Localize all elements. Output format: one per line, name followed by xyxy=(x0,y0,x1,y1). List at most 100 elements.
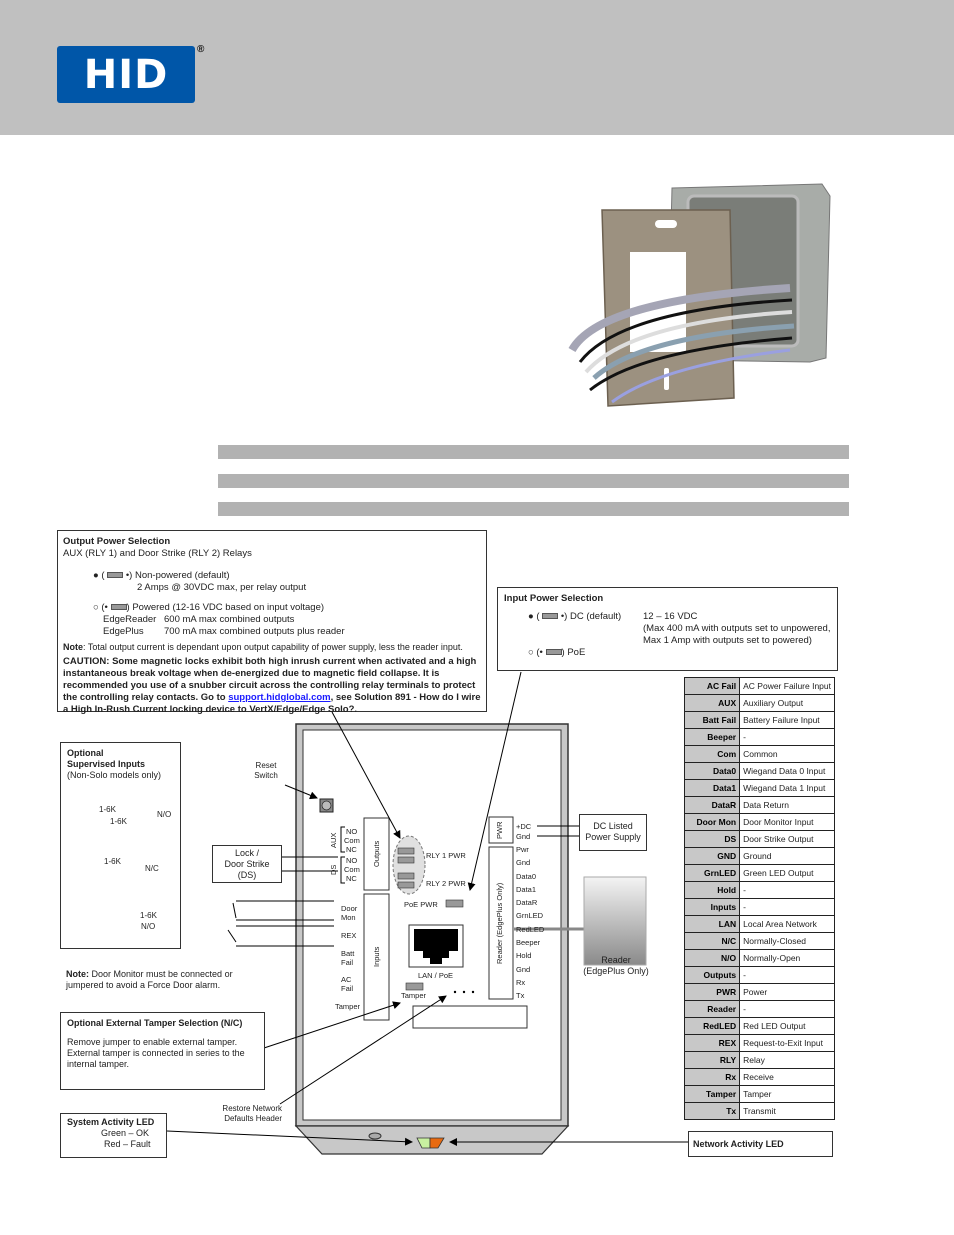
jumper-icon xyxy=(545,649,562,656)
supervised-title-2: Supervised Inputs xyxy=(67,759,146,769)
gnd-terminal: Gnd xyxy=(516,832,531,841)
legend-term: GrnLED xyxy=(683,864,741,882)
option-poe: ○ (• ) PoE xyxy=(528,647,586,658)
legend-term: Beeper xyxy=(683,728,741,746)
no-label: N/O xyxy=(157,810,172,819)
reset-switch-label: Reset Switch xyxy=(254,761,278,780)
legend-row: N/C Normally-Closed xyxy=(683,932,835,950)
legend-row: REX Request-to-Exit Input xyxy=(683,1034,835,1052)
legend-row: DS Door Strike Output xyxy=(683,830,835,848)
nc-label: N/C xyxy=(145,864,159,873)
legend-row: AC Fail AC Power Failure Input xyxy=(683,677,835,695)
legend-description: Battery Failure Input xyxy=(739,711,835,729)
empty-radio-icon: ○ xyxy=(93,602,99,613)
legend-row: Com Common xyxy=(683,745,835,763)
input-power-selection-box: Input Power Selection ● ( •) DC (default… xyxy=(497,587,838,671)
network-activity-led xyxy=(429,1137,445,1149)
legend-description: Auxiliary Output xyxy=(739,694,835,712)
legend-row: Hold - xyxy=(683,881,835,899)
reader-terminal: Rx xyxy=(516,977,526,987)
legend-description: Red LED Output xyxy=(739,1017,835,1035)
legend-row: AUX Auxiliary Output xyxy=(683,694,835,712)
aux-com: Com xyxy=(344,836,360,845)
base-hole xyxy=(368,1132,382,1140)
reader-terminal: GrnLED xyxy=(516,911,544,921)
legend-description: Transmit xyxy=(739,1102,835,1120)
empty-radio-icon: ○ xyxy=(528,647,534,658)
label-area xyxy=(412,1005,528,1029)
filled-radio-icon: ● xyxy=(93,570,99,581)
jumper-icon xyxy=(107,572,124,579)
legend-row: Outputs - xyxy=(683,966,835,984)
support-link[interactable]: support.hidglobal.com xyxy=(228,692,330,703)
reader-device-label: Reader (EdgePlus Only) xyxy=(583,955,649,976)
system-led-title: System Activity LED xyxy=(67,1117,155,1127)
legend-row: Beeper - xyxy=(683,728,835,746)
legend-term: Hold xyxy=(683,881,741,899)
legend-description: Normally-Open xyxy=(739,949,835,967)
dc-detail-1: (Max 400 mA with outputs set to unpowere… xyxy=(643,623,831,634)
network-led-title: Network Activity LED xyxy=(693,1139,784,1149)
legend-term: Tx xyxy=(683,1102,741,1120)
legend-row: N/O Normally-Open xyxy=(683,949,835,967)
legend-term: N/O xyxy=(683,949,741,967)
legend-term: Batt Fail xyxy=(683,711,741,729)
dc-detail-2: Max 1 Amp with outputs set to powered) xyxy=(643,635,812,646)
poe-pwr-jumper xyxy=(445,899,464,908)
rly1-pwr-label: RLY 1 PWR xyxy=(426,851,466,860)
resistor-label: 1-6K xyxy=(104,857,121,866)
legend-description: Receive xyxy=(739,1068,835,1086)
aux-nc: NC xyxy=(346,845,357,854)
legend-term: PWR xyxy=(683,983,741,1001)
supervised-subtitle: (Non-Solo models only) xyxy=(67,770,162,780)
mounting-plate-image xyxy=(568,183,831,407)
legend-row: Batt Fail Battery Failure Input xyxy=(683,711,835,729)
rex-terminal: REX xyxy=(341,931,357,940)
legend-description: Request-to-Exit Input xyxy=(739,1034,835,1052)
legend-term: LAN xyxy=(683,915,741,933)
legend-description: Wiegand Data 1 Input xyxy=(739,779,835,797)
legend-term: AUX xyxy=(683,694,741,712)
jumper-icon xyxy=(110,604,127,611)
option-powered: ○ (• ) Powered (12-16 VDC based on input… xyxy=(93,602,325,613)
legend-term: DataR xyxy=(683,796,741,814)
plate-slot-top xyxy=(655,220,677,228)
reader-terminal: Hold xyxy=(516,951,532,961)
legend-description: Normally-Closed xyxy=(739,932,835,950)
legend-description: - xyxy=(739,881,835,899)
system-led-ok: Green – OK xyxy=(101,1128,150,1138)
legend-term: Data0 xyxy=(683,762,741,780)
legend-term: Tamper xyxy=(683,1085,741,1103)
legend-description: Door Strike Output xyxy=(739,830,835,848)
legend-description: - xyxy=(739,1000,835,1018)
reader-terminal: Gnd xyxy=(516,858,531,868)
caution-text: CAUTION: Some magnetic locks exhibit bot… xyxy=(63,656,481,715)
reader-terminal: RedLED xyxy=(516,924,545,934)
legend-description: AC Power Failure Input xyxy=(739,677,835,695)
logo-text: HID xyxy=(83,51,169,98)
legend-term: Com xyxy=(683,745,741,763)
hid-logo: HID xyxy=(57,46,195,103)
outputs-label: Outputs xyxy=(372,840,381,868)
edgereader-row: EdgeReader 600 mA max combined outputs xyxy=(103,614,295,625)
legend-term: Outputs xyxy=(683,966,741,984)
inputs-label: Inputs xyxy=(372,946,381,968)
legend-description: Door Monitor Input xyxy=(739,813,835,831)
legend-row: Data0 Wiegand Data 0 Input xyxy=(683,762,835,780)
legend-description: - xyxy=(739,898,835,916)
dc-voltage: 12 – 16 VDC xyxy=(643,611,698,622)
legend-description: - xyxy=(739,966,835,984)
legend-row: DataR Data Return xyxy=(683,796,835,814)
option-dc: ● ( •) DC (default) 12 – 16 VDC xyxy=(528,611,698,622)
legend-term: N/C xyxy=(683,932,741,950)
device-base xyxy=(294,1125,570,1155)
resistor-label: 1-6K xyxy=(99,805,116,814)
option-nonpowered: ● ( •) Non-powered (default) xyxy=(93,570,230,581)
legend-term: Data1 xyxy=(683,779,741,797)
reader-terminal: Beeper xyxy=(516,938,541,948)
reader-terminal: DataR xyxy=(516,898,538,908)
dc-terminal: +DC xyxy=(516,822,532,831)
legend-row: Reader - xyxy=(683,1000,835,1018)
legend-description: Power xyxy=(739,983,835,1001)
legend-description: Local Area Network xyxy=(739,915,835,933)
